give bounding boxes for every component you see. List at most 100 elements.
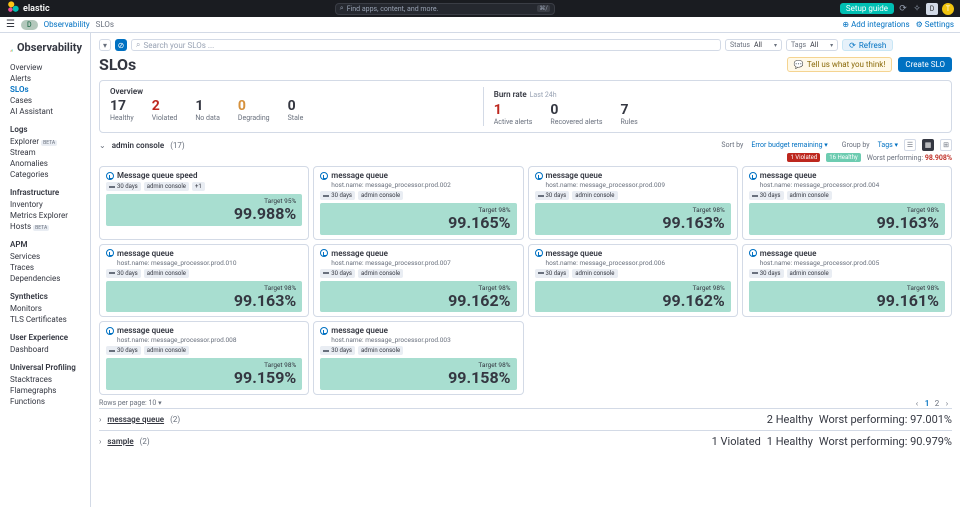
stats-panel: Overview 17Healthy2Violated1No data0Degr… [99,80,952,133]
slo-search-input[interactable]: ⌕Search your SLOs ... [131,39,721,51]
nav-infra-hosts[interactable]: HostsBETA [10,221,82,232]
refresh-button[interactable]: ⟳Refresh [842,39,893,51]
subgroup-name[interactable]: sample [107,437,133,446]
stat-number: 0 [550,102,602,118]
collapse-icon[interactable]: ⌄ [99,141,106,150]
slo-card[interactable]: message queuehost.name: message_processo… [742,166,952,240]
crumb-observability[interactable]: Observability [44,20,90,29]
card-tag: 30 days [320,191,355,200]
clear-filter-button[interactable]: ⊘ [115,39,127,51]
nav-toggle-icon[interactable]: ☰ [6,19,15,30]
space-avatar[interactable]: D [926,3,938,15]
card-host: host.name: message_processor.prod.010 [117,259,302,267]
nav-infra-inventory[interactable]: Inventory [10,199,82,210]
groupby-label: Group by [842,141,870,149]
expand-icon[interactable]: › [99,415,101,424]
search-kbd: ⌘/ [537,5,549,12]
global-search[interactable]: ⌕ Find apps, content, and more. ⌘/ [335,3,555,15]
view-compact-button[interactable]: ⊞ [940,139,952,151]
stat-desc: Recovered alerts [550,118,602,126]
filter-button[interactable]: ▾ [99,39,111,51]
feedback-button[interactable]: 💬Tell us what you think! [787,57,893,72]
nav-prof-flamegraphs[interactable]: Flamegraphs [10,385,82,396]
nav-logs-explorer[interactable]: ExplorerBETA [10,136,82,147]
slo-card[interactable]: message queuehost.name: message_processo… [313,321,523,395]
space-pill[interactable]: D [21,20,38,30]
stat-desc: Violated [152,114,178,122]
nav-logs-anomalies[interactable]: Anomalies [10,158,82,169]
subgroup-name[interactable]: message queue [107,415,164,424]
help-icon[interactable]: ✧ [912,4,922,14]
page-2[interactable]: 2 [932,399,942,408]
tags-select[interactable]: TagsAll▾ [786,39,838,51]
nav-synth-monitors[interactable]: Monitors [10,303,82,314]
card-title: message queue [320,171,516,180]
expand-icon[interactable]: › [99,437,101,446]
nav-synth-tls[interactable]: TLS Certificates [10,314,82,325]
stat-desc: No data [195,114,220,122]
healthy-badge: 2 Healthy [767,413,813,426]
slo-status-icon [749,249,757,257]
status-select[interactable]: StatusAll▾ [725,39,782,51]
nav-alerts[interactable]: Alerts [10,73,82,84]
user-avatar[interactable]: T [942,3,954,15]
slo-card[interactable]: message queuehost.name: message_processo… [99,244,309,318]
nav-apm-traces[interactable]: Traces [10,262,82,273]
stat-desc: Rules [620,118,637,126]
page-next[interactable]: › [942,399,952,408]
slo-card[interactable]: Message queue speed30 daysadmin console+… [99,166,309,240]
setup-guide-button[interactable]: Setup guide [840,3,894,14]
card-body: Target 98%99.159% [106,358,302,390]
nav-prof-functions[interactable]: Functions [10,396,82,407]
nav-slos[interactable]: SLOs [10,84,82,95]
elastic-logo[interactable]: elastic [6,0,50,17]
card-tag: 30 days [749,191,784,200]
nav-overview[interactable]: Overview [10,62,82,73]
card-tag: admin console [144,269,189,278]
card-title: message queue [320,249,516,258]
nav-logs-stream[interactable]: Stream [10,147,82,158]
slo-card[interactable]: message queuehost.name: message_processo… [742,244,952,318]
nav-ai-assistant[interactable]: AI Assistant [10,106,82,117]
global-header: elastic ⌕ Find apps, content, and more. … [0,0,960,17]
slo-card[interactable]: message queuehost.name: message_processo… [528,244,738,318]
stat-number: 1 [195,98,220,114]
breadcrumb-bar: ☰ D Observability SLOs ⊕Add integrations… [0,17,960,33]
settings-link[interactable]: ⚙Settings [916,20,954,29]
groupby-select[interactable]: Tags ▾ [878,141,898,149]
card-value: 99.988% [112,205,296,223]
card-tag: admin console [572,269,617,278]
nav-apm-deps[interactable]: Dependencies [10,273,82,284]
card-host: host.name: message_processor.prod.005 [760,259,945,267]
overview-label: Overview [110,87,483,96]
nav-apm-services[interactable]: Services [10,251,82,262]
card-tag: 30 days [106,269,141,278]
newsfeed-icon[interactable]: ⟳ [898,4,908,14]
page-1[interactable]: 1 [922,399,932,408]
nav-infra-metrics[interactable]: Metrics Explorer [10,210,82,221]
card-value: 99.162% [541,292,725,310]
slo-card[interactable]: message queuehost.name: message_processo… [99,321,309,395]
card-title: message queue [749,171,945,180]
sort-select[interactable]: Error budget remaining ▾ [751,141,827,149]
slo-card[interactable]: message queuehost.name: message_processo… [313,166,523,240]
add-integrations-link[interactable]: ⊕Add integrations [842,20,909,29]
nav-logs-categories[interactable]: Categories [10,169,82,180]
sidebar: Observability Overview Alerts SLOs Cases… [0,33,91,507]
healthy-badge: 1 Healthy [767,435,813,448]
card-host: host.name: message_processor.prod.004 [760,181,945,189]
nav-prof-stacktraces[interactable]: Stacktraces [10,374,82,385]
page-header: SLOs 💬Tell us what you think! Create SLO [99,55,952,74]
card-tag: 30 days [535,269,570,278]
create-slo-button[interactable]: Create SLO [898,57,952,72]
slo-card[interactable]: message queuehost.name: message_processo… [313,244,523,318]
slo-card[interactable]: message queuehost.name: message_processo… [528,166,738,240]
view-list-button[interactable]: ☰ [904,139,916,151]
page-prev[interactable]: ‹ [912,399,922,408]
card-tag-more[interactable]: +1 [192,182,205,191]
nav-cases[interactable]: Cases [10,95,82,106]
view-grid-button[interactable]: ▦ [922,139,934,151]
card-tag: admin console [358,269,403,278]
rows-per-page[interactable]: Rows per page: 10 ▾ [99,399,162,407]
nav-ux-dashboard[interactable]: Dashboard [10,344,82,355]
